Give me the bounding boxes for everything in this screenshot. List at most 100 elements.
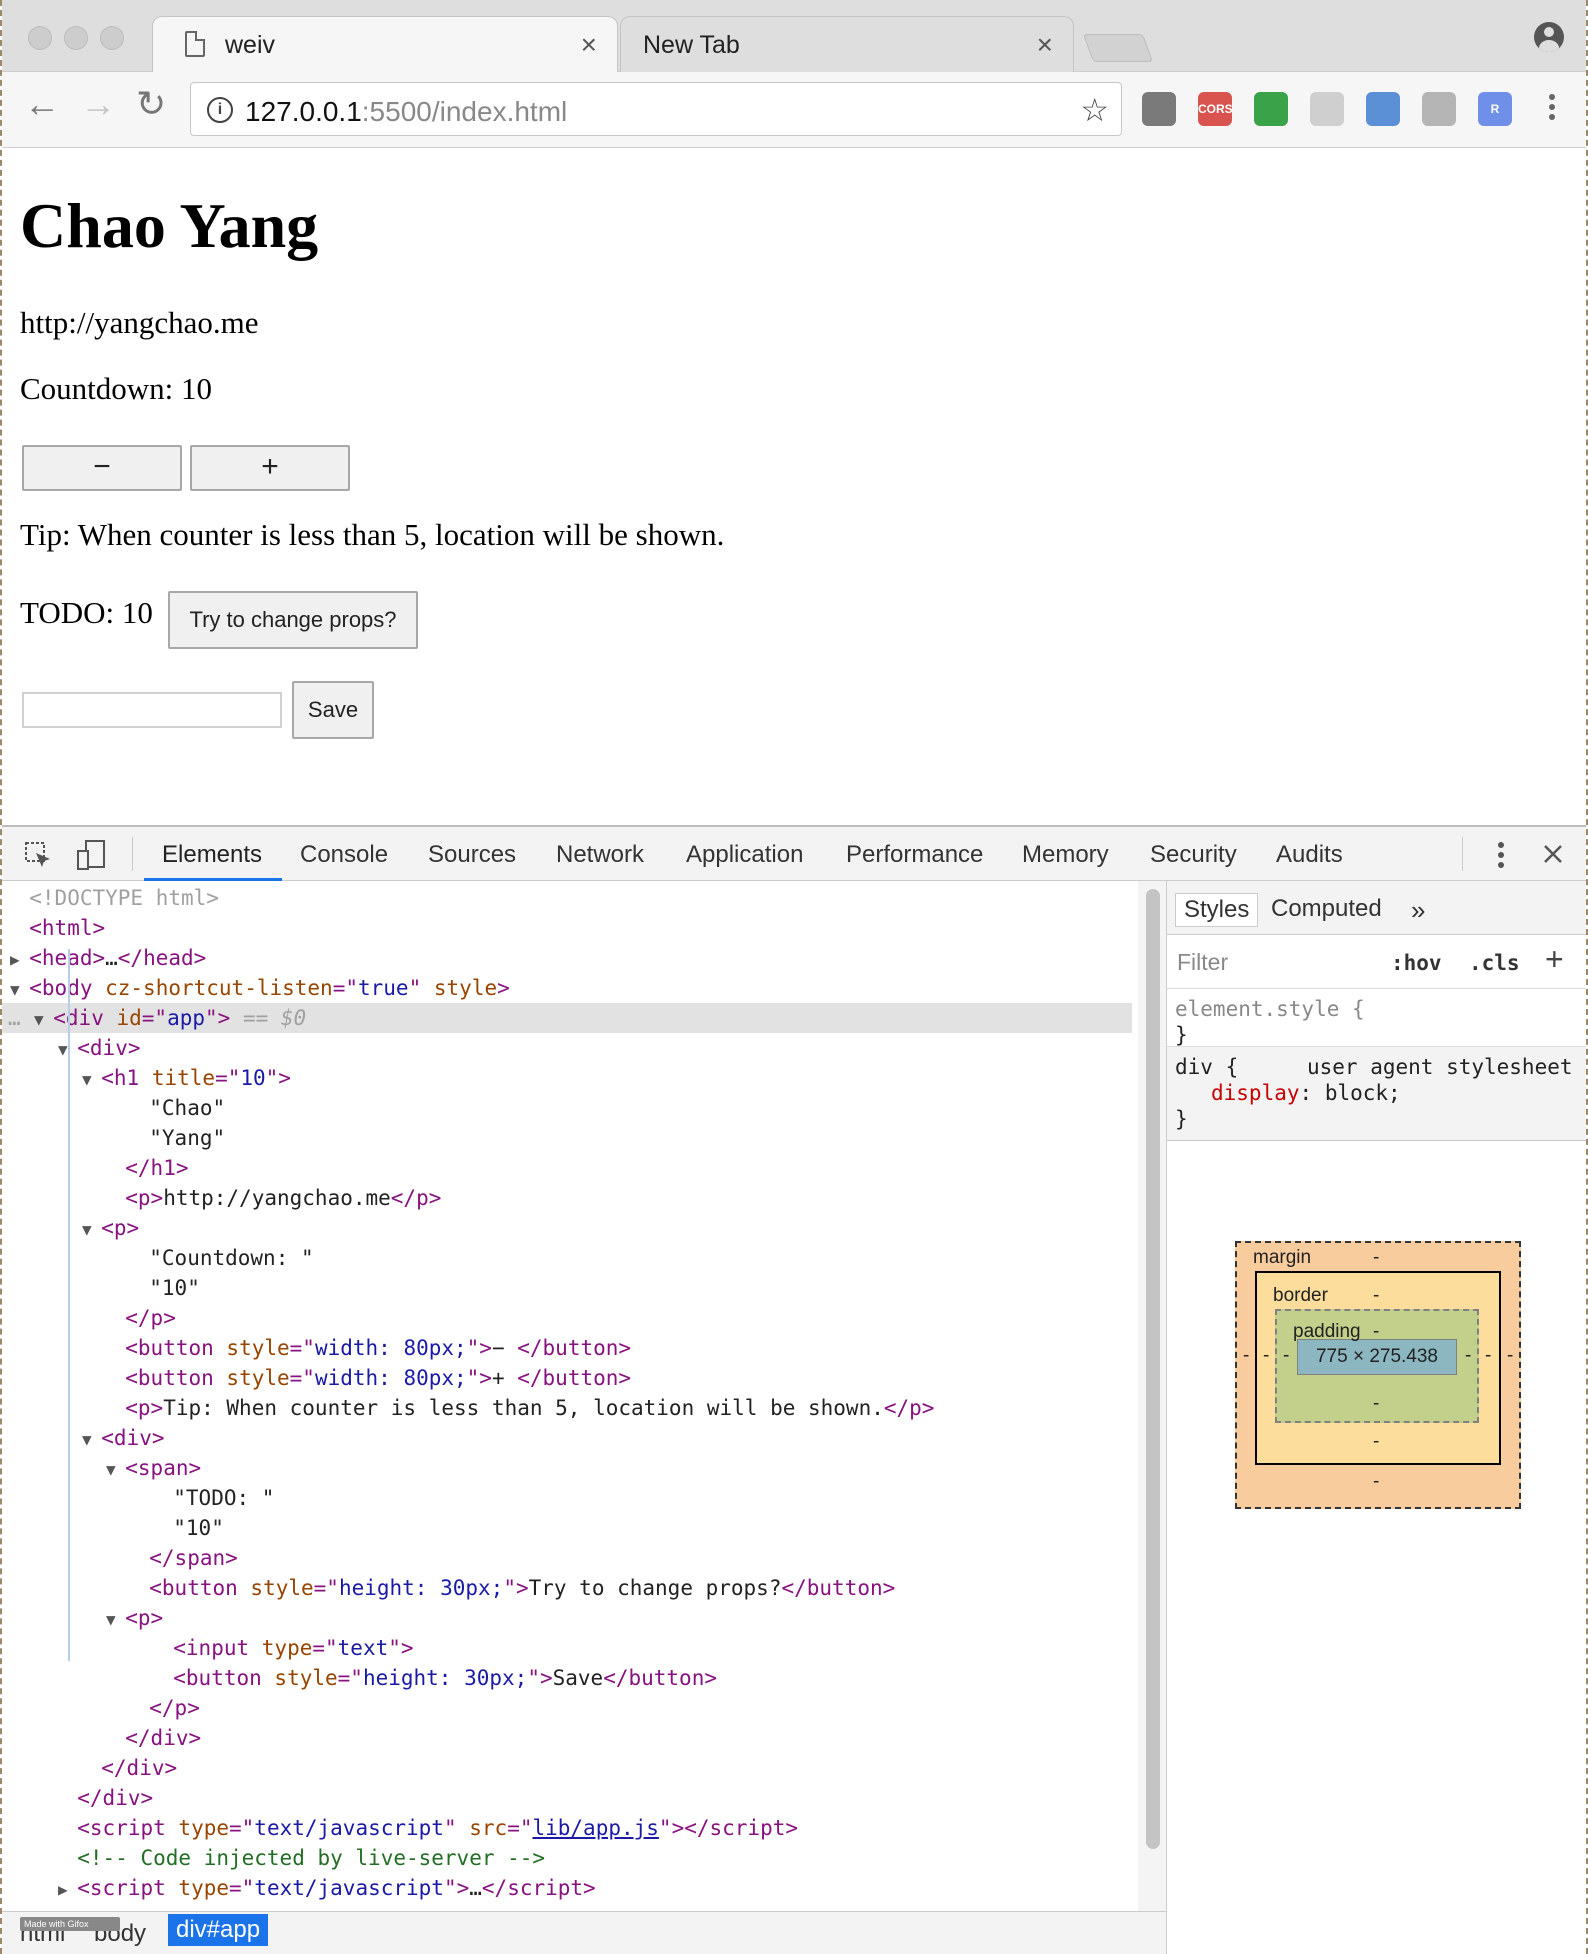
expand-toggle-icon[interactable]: ▼ [82,1070,101,1089]
reload-icon[interactable]: ↻ [136,86,166,122]
expand-toggle-icon[interactable]: ▼ [10,980,29,999]
tab-performance[interactable]: Performance [846,841,983,869]
inspect-element-icon[interactable] [24,841,52,869]
dom-node-line[interactable]: <button style="height: 30px;">Try to cha… [130,1573,895,1603]
eyedropper-extension-icon[interactable] [1366,92,1400,126]
browser-menu-icon[interactable] [1549,94,1555,100]
tab-console[interactable]: Console [300,841,388,869]
dom-node-line[interactable]: <!-- Code injected by live-server --> [58,1843,545,1873]
change-props-button[interactable]: Try to change props? [168,591,418,649]
dom-node-line[interactable]: "TODO: " [154,1483,274,1513]
vue-extension-icon[interactable] [1422,92,1456,126]
dom-node-line[interactable]: "10" [130,1273,200,1303]
decrement-button[interactable]: − [22,445,182,491]
dom-node-line[interactable]: ▼ <p> [106,1603,163,1633]
dom-node-line[interactable]: ▼ <span> [106,1453,201,1483]
dom-node-line[interactable]: </p> [130,1693,200,1723]
add-rule-icon[interactable]: + [1545,941,1564,978]
tab-memory[interactable]: Memory [1022,841,1109,869]
bookmark-star-icon[interactable]: ☆ [1080,91,1109,129]
dom-node-line[interactable]: "Chao" [130,1093,225,1123]
devtools-menu-icon[interactable] [1496,841,1506,869]
increment-button[interactable]: + [190,445,350,491]
expand-toggle-icon[interactable]: ▼ [82,1430,101,1449]
expand-toggle-icon[interactable]: ▼ [106,1460,125,1479]
dom-node-line[interactable]: </div> [58,1783,153,1813]
device-toolbar-icon[interactable] [76,839,108,871]
hov-toggle[interactable]: :hov [1391,951,1442,975]
new-tab-button[interactable] [1082,34,1154,62]
forward-arrow-icon[interactable]: → [80,86,116,122]
back-arrow-icon[interactable]: ← [24,86,60,122]
tab-computed[interactable]: Computed [1263,893,1390,925]
close-devtools-icon[interactable] [1542,843,1564,865]
dom-node-line[interactable]: "10" [154,1513,224,1543]
dom-node-line[interactable]: <p>http://yangchao.me</p> [106,1183,441,1213]
cors-extension-icon[interactable]: CORS [1198,92,1233,126]
dom-node-line[interactable]: <!DOCTYPE html> [10,883,219,913]
dom-node-line[interactable]: ▶ <head>…</head> [10,943,206,973]
tab-weiv[interactable]: weiv × [152,16,618,72]
dom-node-line[interactable]: <input type="text"> [154,1633,413,1663]
dom-node-line[interactable]: "Countdown: " [130,1243,313,1273]
dom-node-markup: <p>http://yangchao.me</p> [125,1186,442,1210]
dom-node-line[interactable]: ▼ <div> [82,1423,164,1453]
dom-node-line[interactable]: ▼ <body cz-shortcut-listen="true" style> [10,973,510,1003]
more-tabs-icon[interactable]: » [1403,893,1433,928]
dom-node-line[interactable]: <html> [10,913,105,943]
dom-node-line[interactable]: </h1> [106,1153,188,1183]
redux-extension-icon[interactable]: R [1478,92,1512,126]
dom-node-line[interactable]: <button style="height: 30px;">Save</butt… [154,1663,717,1693]
window-close-control[interactable] [28,26,52,50]
dom-node-line[interactable]: </div> [82,1753,177,1783]
dom-node-line[interactable]: … ▼ <div id="app"> == $0 [2,1003,1132,1033]
address-bar[interactable]: i 127.0.0.1:5500/index.html ☆ [190,82,1122,136]
elements-scrollbar[interactable] [1138,881,1166,1911]
dom-node-line[interactable]: "Yang" [130,1123,225,1153]
expand-toggle-icon[interactable]: ▼ [34,1010,53,1029]
dom-node-line[interactable]: <script type="text/javascript" src="lib/… [58,1813,798,1843]
window-zoom-control[interactable] [100,26,124,50]
expand-toggle-icon[interactable]: ▶ [10,950,29,969]
dom-node-line[interactable]: ▶ <script type="text/javascript">…</scri… [58,1873,596,1903]
dom-node-markup: <span> [125,1456,202,1480]
close-icon[interactable]: × [581,29,597,61]
tab-styles[interactable]: Styles [1175,893,1259,927]
tab-new-tab[interactable]: New Tab × [620,16,1074,72]
tab-sources[interactable]: Sources [428,841,516,869]
react-extension-icon[interactable] [1310,92,1344,126]
profile-icon[interactable] [1534,22,1564,52]
node-actions-icon[interactable]: … [8,1003,21,1033]
dom-node-line[interactable]: <button style="width: 80px;">+ </button> [106,1363,631,1393]
recycle-extension-icon[interactable] [1142,92,1176,126]
tab-application[interactable]: Application [686,841,803,869]
tab-elements[interactable]: Elements [162,841,262,869]
dom-node-line[interactable]: ▼ <p> [82,1213,139,1243]
tab-security[interactable]: Security [1150,841,1237,869]
padding-label: padding [1293,1321,1361,1342]
dom-node-line[interactable]: ▼ <div> [58,1033,140,1063]
save-button[interactable]: Save [292,681,374,739]
breadcrumb-div-app[interactable]: div#app [168,1914,269,1946]
window-minimize-control[interactable] [64,26,88,50]
expand-toggle-icon[interactable]: ▼ [82,1220,101,1239]
scrollbar-thumb[interactable] [1146,889,1160,1849]
tab-audits[interactable]: Audits [1276,841,1343,869]
text-input[interactable] [22,692,282,728]
tab-network[interactable]: Network [556,841,644,869]
expand-toggle-icon[interactable]: ▼ [106,1610,125,1629]
filter-input[interactable]: Filter [1177,949,1228,976]
dom-node-line[interactable]: </div> [106,1723,201,1753]
todo-text: TODO: 10 [20,595,153,630]
element-style-selector[interactable]: element.style { [1175,997,1365,1021]
dom-node-line[interactable]: <p>Tip: When counter is less than 5, loc… [106,1393,934,1423]
close-icon[interactable]: × [1037,29,1053,61]
info-icon[interactable]: i [207,97,233,123]
cls-toggle[interactable]: .cls [1469,951,1520,975]
expand-toggle-icon[interactable]: ▶ [58,1880,77,1899]
dom-node-line[interactable]: <button style="width: 80px;">− </button> [106,1333,631,1363]
dom-node-line[interactable]: ▼ <h1 title="10"> [82,1063,291,1093]
dom-node-line[interactable]: </span> [130,1543,238,1573]
dom-node-line[interactable]: </p> [106,1303,176,1333]
clover-extension-icon[interactable] [1254,92,1288,126]
